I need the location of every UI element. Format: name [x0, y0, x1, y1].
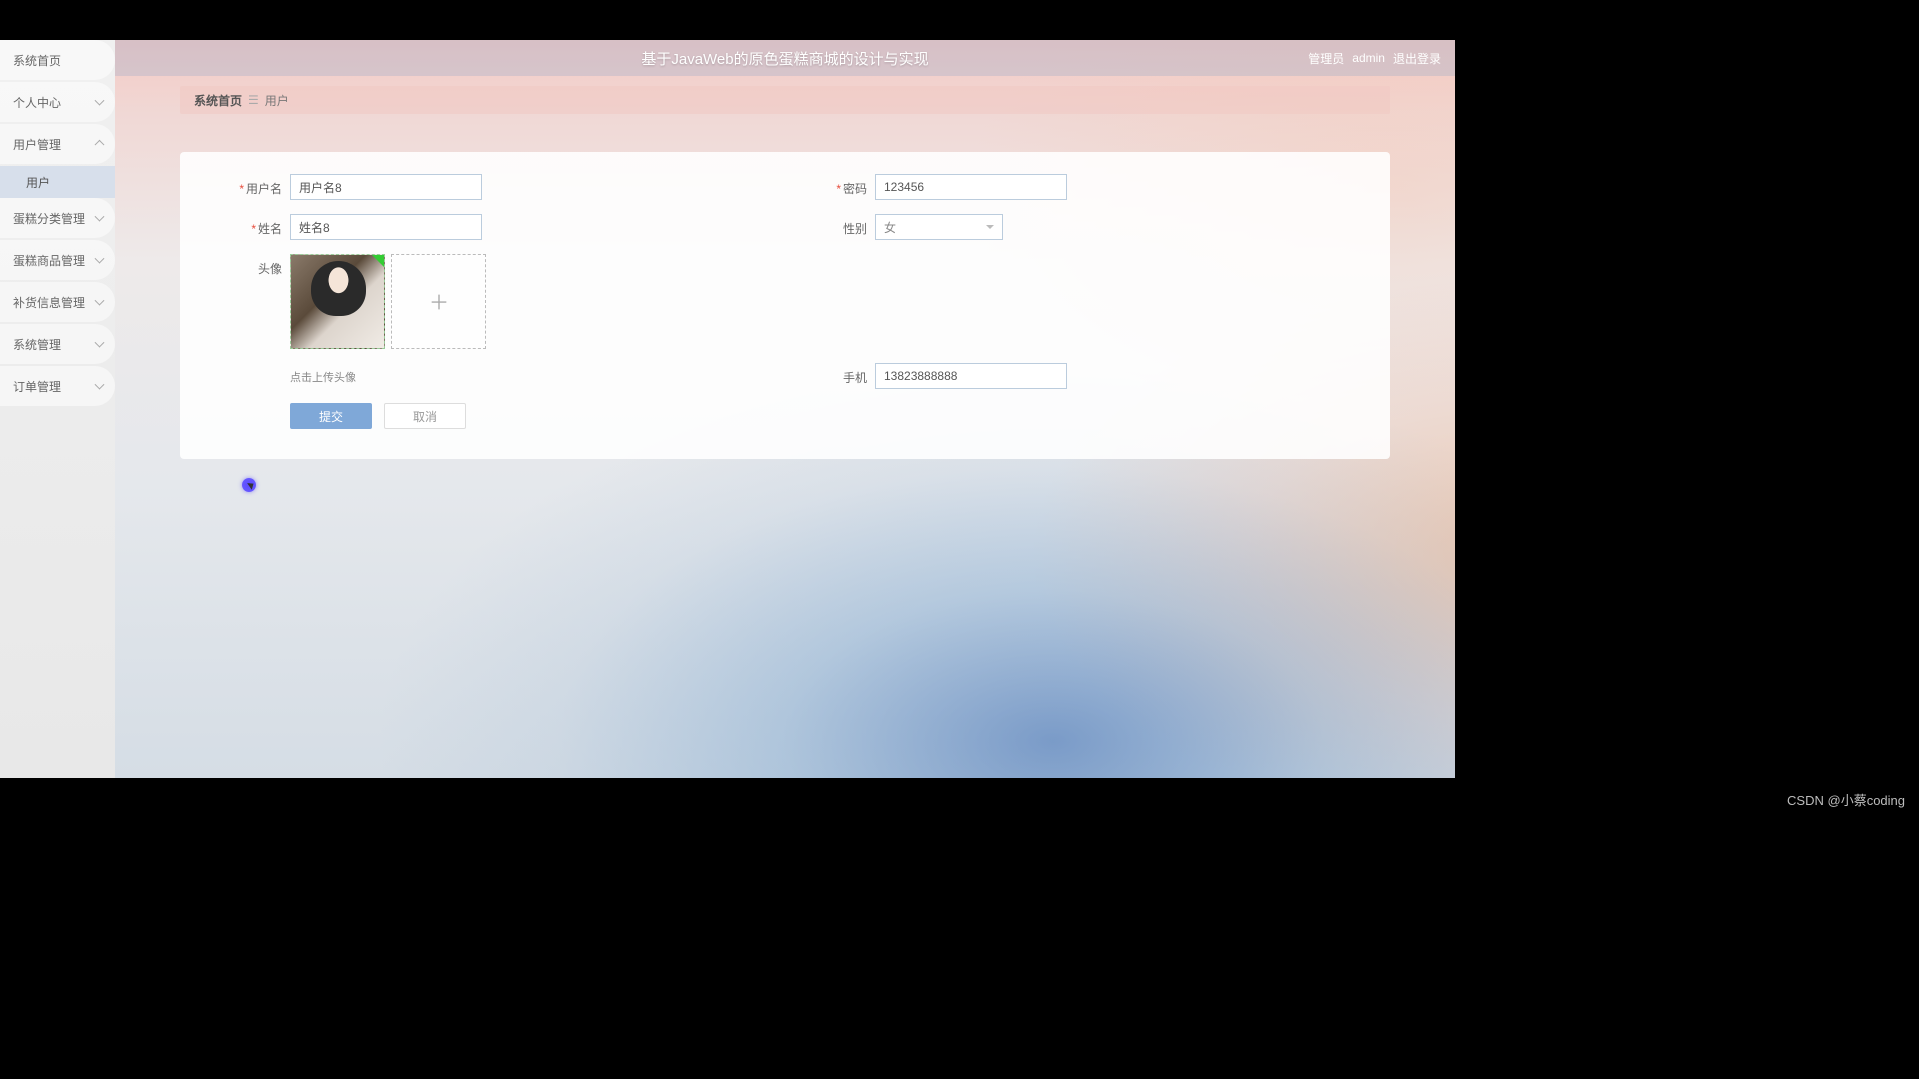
- cursor-indicator: [242, 478, 256, 492]
- avatar-upload-button[interactable]: [391, 254, 486, 349]
- input-username[interactable]: [290, 174, 482, 200]
- header: 基于JavaWeb的原色蛋糕商城的设计与实现 管理员 admin 退出登录: [115, 40, 1455, 76]
- avatar-thumbnail[interactable]: [290, 254, 385, 349]
- plus-icon: [428, 291, 450, 313]
- label-phone: 手机: [785, 367, 875, 386]
- breadcrumb: 系统首页 ☰ 用户: [180, 86, 1390, 114]
- label-avatar: 头像: [180, 254, 290, 277]
- sidebar-item-restock[interactable]: 补货信息管理: [0, 282, 115, 322]
- sidebar-item-order[interactable]: 订单管理: [0, 366, 115, 406]
- input-phone[interactable]: [875, 363, 1067, 389]
- logout-link[interactable]: 退出登录: [1393, 50, 1441, 67]
- breadcrumb-home[interactable]: 系统首页: [194, 92, 242, 109]
- sidebar: 系统首页 个人中心 用户管理 用户 蛋糕分类管理 蛋糕商品管理 补货信息管理 系…: [0, 40, 115, 778]
- sidebar-item-system[interactable]: 系统管理: [0, 324, 115, 364]
- header-username[interactable]: admin: [1352, 51, 1385, 65]
- cancel-button[interactable]: 取消: [384, 403, 466, 429]
- sidebar-item-user-mgmt[interactable]: 用户管理: [0, 124, 115, 164]
- label-username: 用户名: [180, 178, 290, 197]
- sidebar-subitem-user[interactable]: 用户: [0, 166, 115, 198]
- form-card: 用户名 密码 姓名: [180, 152, 1390, 459]
- sidebar-item-home[interactable]: 系统首页: [0, 40, 115, 80]
- label-password: 密码: [785, 178, 875, 197]
- label-gender: 性别: [785, 218, 875, 237]
- upload-hint: 点击上传头像: [290, 369, 356, 385]
- watermark: CSDN @小蔡coding: [1787, 790, 1905, 809]
- sidebar-item-cake-category[interactable]: 蛋糕分类管理: [0, 198, 115, 238]
- sidebar-item-cake-goods[interactable]: 蛋糕商品管理: [0, 240, 115, 280]
- breadcrumb-sep: ☰: [248, 93, 259, 107]
- input-password[interactable]: [875, 174, 1067, 200]
- submit-button[interactable]: 提交: [290, 403, 372, 429]
- breadcrumb-current: 用户: [265, 92, 289, 109]
- select-gender[interactable]: 女: [875, 214, 1003, 240]
- input-realname[interactable]: [290, 214, 482, 240]
- sidebar-item-profile[interactable]: 个人中心: [0, 82, 115, 122]
- page-title: 基于JavaWeb的原色蛋糕商城的设计与实现: [641, 48, 928, 69]
- header-role: 管理员: [1308, 50, 1344, 67]
- label-realname: 姓名: [180, 218, 290, 237]
